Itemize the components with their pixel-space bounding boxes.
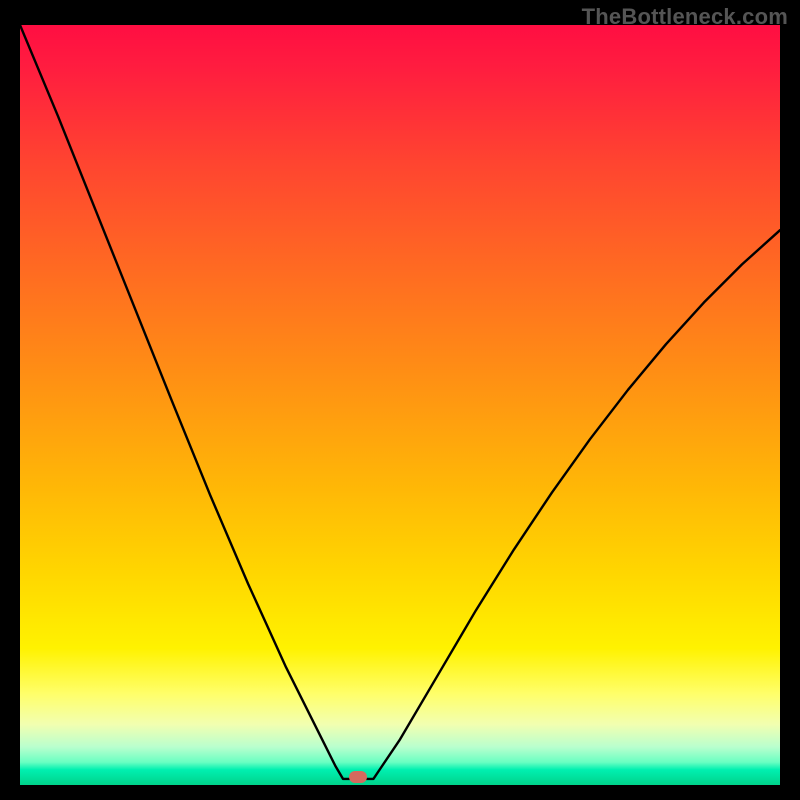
optimum-marker [349, 771, 367, 783]
bottleneck-curve [20, 25, 780, 785]
watermark-text: TheBottleneck.com [582, 4, 788, 30]
plot-area [20, 25, 780, 785]
chart-frame: TheBottleneck.com [0, 0, 800, 800]
